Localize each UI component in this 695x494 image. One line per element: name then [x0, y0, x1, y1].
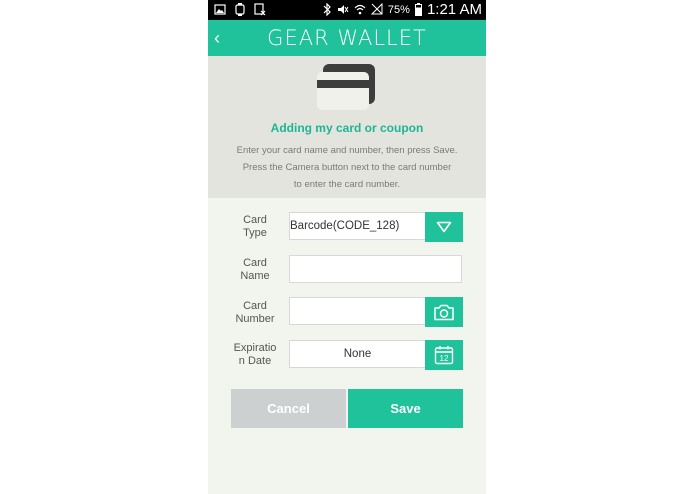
system-icons: 75% 1:21 AM	[322, 1, 482, 18]
info-line: Enter your card name and number, then pr…	[236, 145, 458, 156]
card-type-label: Card Type	[218, 214, 292, 240]
label-line: Number	[235, 313, 275, 325]
expiration-row: Expiratio n Date None 12	[208, 340, 486, 370]
label-line: Card	[243, 214, 267, 226]
expiration-date-field[interactable]: None	[289, 340, 426, 368]
app-screen: 75% 1:21 AM ‹ GEAR WALLET Adding my card…	[208, 0, 486, 494]
status-time: 1:21 AM	[426, 1, 482, 18]
mute-icon	[337, 5, 349, 14]
card-name-row: Card Name	[208, 255, 486, 285]
card-type-dropdown-button[interactable]	[425, 212, 463, 242]
card-number-row: Card Number	[208, 297, 486, 327]
triangle-down-icon	[436, 221, 452, 233]
card-name-input[interactable]	[289, 255, 462, 283]
label-line: Type	[243, 227, 267, 239]
save-button[interactable]: Save	[348, 389, 463, 428]
label-line: Name	[240, 270, 270, 282]
label-line: Card	[243, 300, 267, 312]
label-line: n Date	[238, 355, 272, 367]
app-title: GEAR WALLET	[267, 26, 427, 50]
info-panel: Adding my card or coupon Enter your card…	[208, 56, 486, 198]
card-type-row: Card Type Barcode(CODE_128)	[208, 212, 486, 242]
card-type-select[interactable]: Barcode(CODE_128)	[289, 212, 426, 240]
battery-percent: 75%	[387, 3, 410, 16]
card-number-input[interactable]	[289, 297, 426, 325]
no-sync-icon	[254, 3, 266, 16]
gallery-icon	[214, 4, 226, 15]
bluetooth-icon	[323, 3, 331, 16]
card-type-value: Barcode(CODE_128)	[290, 220, 400, 232]
info-line: to enter the card number.	[293, 179, 401, 190]
info-title: Adding my card or coupon	[270, 121, 424, 135]
no-signal-icon	[370, 3, 383, 15]
calendar-icon: 12	[434, 346, 454, 365]
calendar-button[interactable]: 12	[425, 340, 463, 370]
calendar-day: 12	[440, 354, 449, 363]
camera-icon	[434, 304, 454, 320]
credit-card-icon	[317, 64, 375, 110]
wifi-icon	[354, 4, 366, 15]
label-line: Expiratio	[233, 342, 277, 354]
card-number-label: Card Number	[218, 300, 292, 326]
info-description: Enter your card name and number, then pr…	[218, 142, 476, 193]
card-name-label: Card Name	[218, 257, 292, 283]
watch-icon	[235, 3, 245, 16]
expiration-label: Expiratio n Date	[218, 342, 292, 368]
expiration-value: None	[343, 348, 372, 360]
cancel-button[interactable]: Cancel	[231, 389, 346, 428]
app-header: ‹ GEAR WALLET	[208, 20, 486, 56]
label-line: Card	[243, 257, 267, 269]
info-line: Press the Camera button next to the card…	[242, 162, 452, 173]
notification-icons	[214, 3, 266, 16]
camera-button[interactable]	[425, 297, 463, 327]
battery-icon	[414, 3, 422, 16]
status-bar: 75% 1:21 AM	[208, 0, 486, 20]
